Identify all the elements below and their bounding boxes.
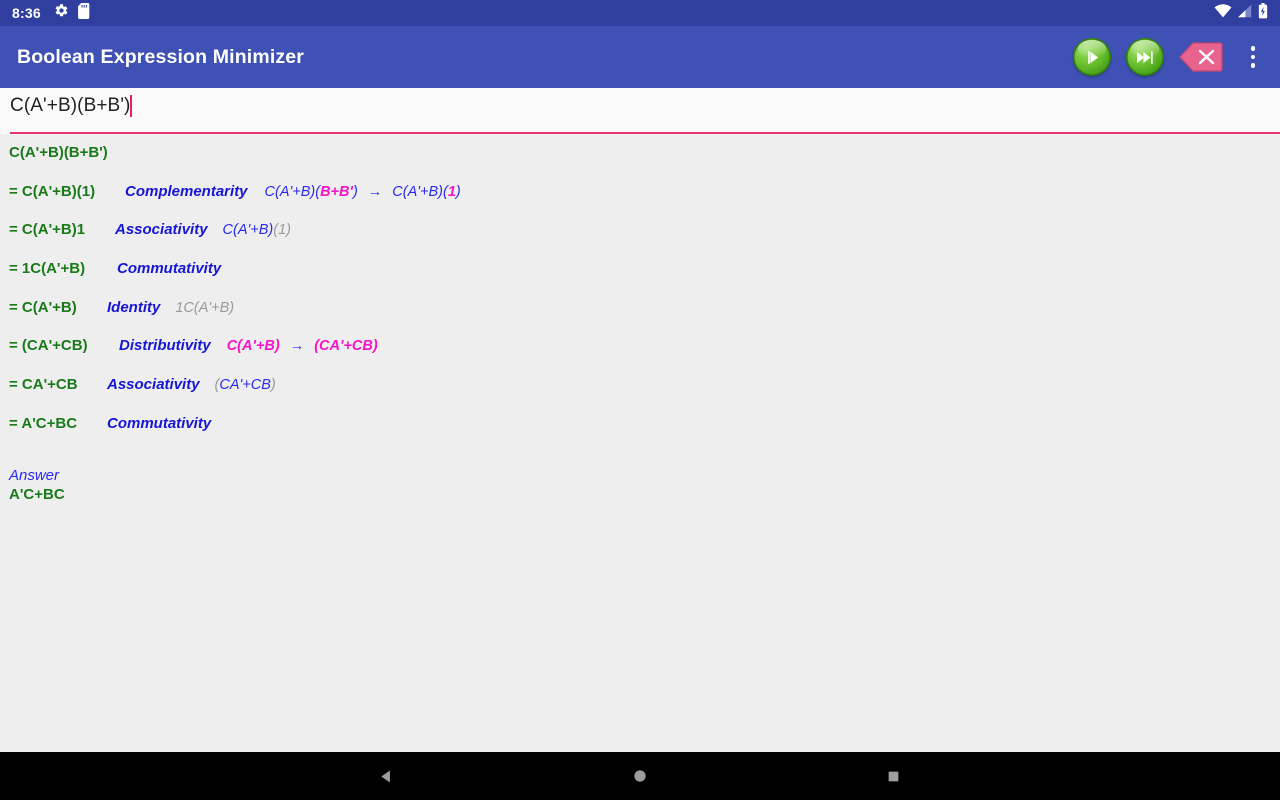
step-law: Identity	[107, 298, 161, 316]
detail-close-paren: )	[270, 377, 276, 394]
more-vertical-icon	[1250, 46, 1256, 51]
step-expression: = A'C+BC	[9, 414, 78, 432]
input-underline	[10, 131, 1280, 134]
step-expression: = (CA'+CB)	[9, 337, 88, 355]
step-detail: 1C(A'+B)	[175, 299, 235, 316]
arrow-icon: →	[367, 183, 383, 200]
step-expression: = 1C(A'+B)	[9, 260, 86, 278]
status-clock: 8:36	[12, 5, 41, 21]
step-law: Commutativity	[107, 414, 212, 432]
detail-from-prefix: C(A'+B)(	[264, 183, 321, 200]
expression-input-container[interactable]: C(A'+B)(B+B')	[0, 88, 1280, 134]
step-detail: C(A'+B) → (CA'+CB)	[227, 338, 378, 354]
detail-to-prefix: C(A'+B)(	[392, 183, 448, 200]
app-title: Boolean Expression Minimizer	[17, 45, 305, 68]
detail-to-suffix: )	[455, 183, 461, 200]
app-bar: Boolean Expression Minimizer	[0, 26, 1280, 88]
detail-to-highlight: 1	[447, 183, 456, 200]
nav-recents-button[interactable]	[868, 752, 918, 800]
original-expression: C(A'+B)(B+B')	[9, 144, 108, 161]
original-expression-row: C(A'+B)(B+B')	[9, 144, 1280, 183]
triangle-back-icon	[381, 770, 391, 782]
android-nav-bar	[0, 752, 1280, 800]
table-row[interactable]: = (CA'+CB) Distributivity C(A'+B) → (CA'+C…	[9, 337, 1280, 376]
table-row[interactable]: = 1C(A'+B) Commutativity	[9, 260, 1280, 299]
table-row[interactable]: = A'C+BC Commutativity	[9, 415, 1280, 454]
answer-label: Answer	[9, 466, 60, 484]
run-all-button[interactable]	[1126, 38, 1164, 76]
table-row[interactable]: = C(A'+B)1 Associativity C(A'+B)(1)	[9, 221, 1280, 260]
steps-panel: C(A'+B)(B+B') = C(A'+B)(1) Complementari…	[0, 134, 1280, 752]
gear-icon	[54, 3, 69, 23]
table-row[interactable]: = C(A'+B) Identity 1C(A'+B)	[9, 299, 1280, 338]
detail-prefix: C(A'+B)	[222, 222, 274, 239]
answer-value: A'C+BC	[9, 485, 65, 503]
more-vertical-icon	[1250, 54, 1256, 60]
app-bar-actions	[1073, 38, 1270, 76]
square-recents-icon	[888, 771, 899, 781]
battery-icon	[1258, 2, 1268, 24]
sd-card-icon	[77, 2, 91, 24]
step-law: Associativity	[115, 221, 208, 239]
arrow-icon: →	[289, 338, 305, 355]
status-bar: 8:36	[0, 0, 1280, 26]
step-expression: = C(A'+B)(1)	[9, 182, 96, 200]
text-caret	[130, 95, 133, 117]
overflow-menu-button[interactable]	[1242, 38, 1264, 76]
status-left-icons	[54, 2, 91, 24]
step-expression: = CA'+CB	[9, 376, 78, 394]
step-law: Commutativity	[117, 260, 222, 278]
more-vertical-icon	[1250, 63, 1256, 68]
step-expression: = C(A'+B)1	[9, 221, 86, 239]
wifi-icon	[1214, 3, 1232, 23]
detail-suffix: (1)	[273, 222, 291, 239]
search-input[interactable]: C(A'+B)(B+B')	[10, 95, 130, 117]
step-detail: (CA'+CB)	[215, 377, 276, 393]
status-right-icons	[1214, 2, 1272, 24]
step-play-button[interactable]	[1073, 38, 1111, 76]
step-detail: C(A'+B)(B+B') → C(A'+B)(1)	[265, 184, 461, 200]
step-law: Complementarity	[125, 182, 248, 200]
app-root: 8:36 Boolean Expression Minimizer C(A'+B…	[0, 0, 1280, 800]
detail-to: (CA'+CB)	[314, 338, 378, 355]
answer-block: Answer A'C+BC	[9, 466, 1280, 504]
detail-from-highlight: B+B'	[320, 183, 353, 200]
table-row[interactable]: = CA'+CB Associativity (CA'+CB)	[9, 376, 1280, 415]
nav-back-button[interactable]	[362, 752, 412, 800]
detail-inner: CA'+CB	[219, 377, 271, 394]
signal-icon	[1237, 4, 1253, 23]
table-row[interactable]: = C(A'+B)(1) Complementarity C(A'+B)(B+B…	[9, 183, 1280, 222]
detail-from: C(A'+B)	[226, 338, 280, 355]
clear-button[interactable]	[1179, 42, 1223, 72]
step-law: Distributivity	[119, 337, 211, 355]
circle-home-icon	[634, 770, 646, 782]
step-law: Associativity	[107, 376, 200, 394]
step-expression: = C(A'+B)	[9, 298, 77, 316]
nav-home-button[interactable]	[615, 752, 665, 800]
step-detail: C(A'+B)(1)	[223, 222, 291, 238]
